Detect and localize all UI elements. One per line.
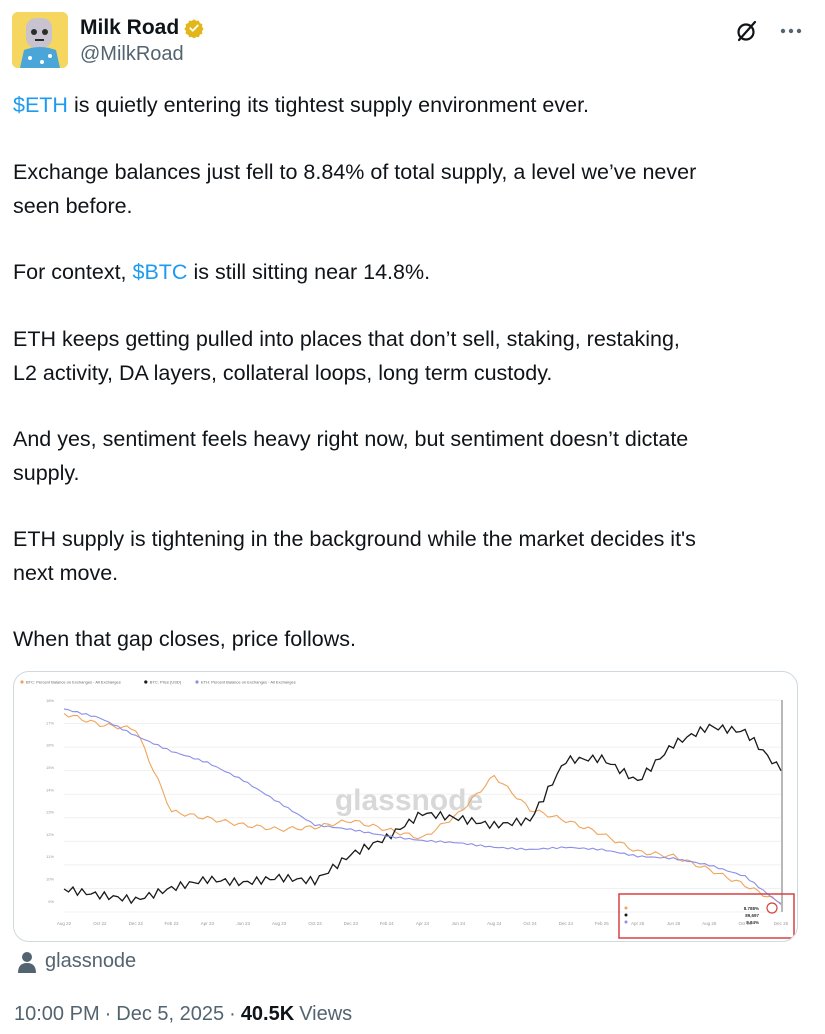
tweet-line: ETH supply is tightening in the backgrou… xyxy=(13,527,696,551)
y-tick-label: 9% xyxy=(48,899,54,904)
tweet-header: Milk Road @MilkRoad xyxy=(12,10,812,72)
tweet-paragraph: ETH supply is tightening in the backgrou… xyxy=(13,522,803,590)
y-tick-label: 17% xyxy=(46,720,54,725)
x-tick-label: Feb 23 xyxy=(165,921,180,926)
legend-label: BTC: Price [USD] xyxy=(150,680,181,685)
y-tick-label: 12% xyxy=(46,832,54,837)
x-tick-label: Apr 24 xyxy=(416,921,430,926)
readout-marker xyxy=(624,906,628,910)
tweet-line: ETH keeps getting pulled into places tha… xyxy=(13,327,680,351)
x-tick-label: Dec 22 xyxy=(129,921,144,926)
y-tick-label: 13% xyxy=(46,810,54,815)
tweet-line: And yes, sentiment feels heavy right now… xyxy=(13,427,689,451)
tweet-paragraph: For context, $BTC is still sitting near … xyxy=(13,255,803,289)
verified-badge-icon xyxy=(184,19,204,38)
x-tick-label: Aug 22 xyxy=(57,921,72,926)
tweet-line: For context, xyxy=(13,260,133,284)
x-tick-label: Dec 25 xyxy=(774,921,789,926)
chart-watermark: glassnode xyxy=(335,784,483,817)
highlight-box xyxy=(618,893,795,939)
tweet-meta: 10:00 PM · Dec 5, 2025 · 40.5K Views xyxy=(14,1003,352,1026)
tweet-line: L2 activity, DA layers, collateral loops… xyxy=(13,361,553,385)
tweet-date[interactable]: Dec 5, 2025 xyxy=(116,1003,224,1026)
tweet-paragraph: When that gap closes, price follows. xyxy=(13,622,803,656)
readout-value: 89,697 xyxy=(745,913,759,918)
x-tick-label: Dec 24 xyxy=(559,921,574,926)
x-tick-label: Aug 25 xyxy=(702,921,717,926)
views-label: Views xyxy=(299,1003,353,1025)
legend-marker xyxy=(144,680,148,684)
tweet-paragraph: $ETH is quietly entering its tightest su… xyxy=(13,88,803,122)
author-name[interactable]: Milk Road xyxy=(80,16,179,40)
legend-label: BTC: Percent Balance on Exchanges - All … xyxy=(26,680,121,685)
x-tick-label: Oct 23 xyxy=(308,921,322,926)
x-tick-label: Feb 25 xyxy=(595,921,610,926)
eth-cashtag-link[interactable]: $ETH xyxy=(13,93,68,117)
x-tick-label: Aug 24 xyxy=(487,921,502,926)
x-tick-label: Jun 24 xyxy=(452,921,466,926)
tweet-line: next move. xyxy=(13,561,119,585)
readout-value: 8.84% xyxy=(746,920,759,925)
readout-value: 8.788% xyxy=(744,906,759,911)
separator-dot: · xyxy=(229,1003,236,1025)
tweet-paragraph: And yes, sentiment feels heavy right now… xyxy=(13,422,803,490)
tweet-paragraph: Exchange balances just fell to 8.84% of … xyxy=(13,155,803,223)
btc-cashtag-link[interactable]: $BTC xyxy=(133,260,188,284)
media-source[interactable]: glassnode xyxy=(17,950,136,973)
tweet-line: When that gap closes, price follows. xyxy=(13,627,356,651)
person-icon xyxy=(18,951,36,973)
author-handle[interactable]: @MilkRoad xyxy=(80,43,184,66)
y-tick-label: 10% xyxy=(46,877,54,882)
x-tick-label: Apr 25 xyxy=(631,921,645,926)
tweet-line: supply. xyxy=(13,461,80,485)
grok-icon[interactable] xyxy=(734,18,760,44)
legend-marker xyxy=(195,680,199,684)
separator-dot: · xyxy=(104,1003,112,1025)
x-tick-label: Aug 23 xyxy=(272,921,287,926)
tweet-paragraph: ETH keeps getting pulled into places tha… xyxy=(13,322,803,390)
x-tick-label: Dec 23 xyxy=(344,921,359,926)
x-tick-label: Jun 23 xyxy=(236,921,250,926)
y-tick-label: 15% xyxy=(46,765,54,770)
y-tick-label: 16% xyxy=(46,743,54,748)
tweet-line: seen before. xyxy=(13,194,133,218)
tweet-line: is still sitting near 14.8%. xyxy=(187,260,431,284)
x-tick-label: Jun 25 xyxy=(667,921,681,926)
views-count: 40.5K xyxy=(240,1003,295,1025)
y-tick-label: 18% xyxy=(46,698,54,703)
tweet-time[interactable]: 10:00 PM xyxy=(14,1003,100,1026)
chart-image[interactable]: 9% 10% 11% 12% 13% 14% 15% 16% 17% 18% Aug 22 Oct 2… xyxy=(13,671,798,942)
x-tick-label: Feb 24 xyxy=(380,921,395,926)
legend-label: ETH: Percent Balance on Exchanges - All … xyxy=(201,680,296,685)
x-tick-label: Oct 24 xyxy=(523,921,537,926)
tweet-line: Exchange balances just fell to 8.84% of … xyxy=(13,160,697,184)
y-tick-label: 14% xyxy=(46,787,54,792)
tweet-line: is quietly entering its tightest supply … xyxy=(67,93,590,117)
glassnode-chart: 9% 10% 11% 12% 13% 14% 15% 16% 17% 18% Aug 22 Oct 2… xyxy=(20,680,795,939)
x-tick-label: Apr 23 xyxy=(201,921,215,926)
source-label: glassnode xyxy=(45,950,137,972)
readout-marker xyxy=(624,920,628,924)
x-tick-label: Oct 22 xyxy=(93,921,107,926)
y-tick-label: 11% xyxy=(46,854,54,859)
readout-marker xyxy=(624,913,628,917)
avatar[interactable] xyxy=(12,12,68,68)
more-options-icon[interactable] xyxy=(778,18,804,44)
legend-marker xyxy=(20,680,24,684)
